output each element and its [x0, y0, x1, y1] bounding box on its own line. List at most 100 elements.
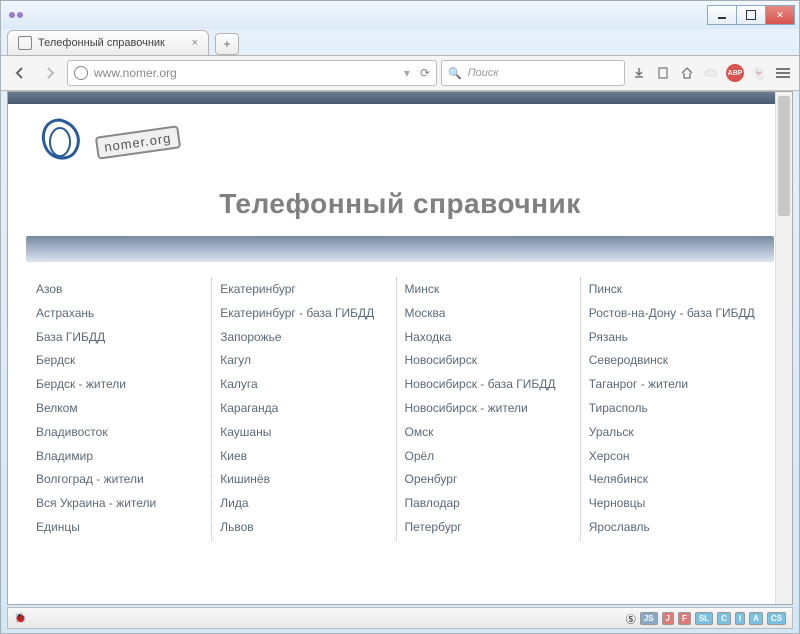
- status-badge[interactable]: A: [749, 612, 763, 625]
- city-link[interactable]: Львов: [220, 516, 395, 540]
- city-link[interactable]: Астрахань: [36, 302, 211, 326]
- page-title: Телефонный справочник: [8, 188, 792, 220]
- browser-toolbar: www.nomer.org ▾ ⟳ 🔍 Поиск ABP 👻: [1, 55, 799, 91]
- city-link[interactable]: Таганрог - жители: [589, 373, 764, 397]
- browser-tab[interactable]: Телефонный справочник ×: [7, 30, 209, 55]
- status-badge[interactable]: I: [735, 612, 745, 625]
- city-column-2: ЕкатеринбургЕкатеринбург - база ГИБДДЗап…: [211, 278, 395, 540]
- city-link[interactable]: Караганда: [220, 397, 395, 421]
- status-badge[interactable]: C: [717, 612, 731, 625]
- status-badge[interactable]: J: [662, 612, 674, 625]
- tab-strip: Телефонный справочник × +: [1, 29, 799, 55]
- city-link[interactable]: База ГИБДД: [36, 326, 211, 350]
- city-grid: АзовАстраханьБаза ГИБДДБердскБердск - жи…: [8, 278, 792, 560]
- noscript-icon[interactable]: Ⓢ: [626, 611, 636, 626]
- close-button[interactable]: [765, 5, 795, 25]
- city-link[interactable]: Азов: [36, 278, 211, 302]
- cloud-button[interactable]: [701, 63, 721, 83]
- cloud-icon: [703, 67, 719, 79]
- city-link[interactable]: Минск: [405, 278, 580, 302]
- city-link[interactable]: Павлодар: [405, 492, 580, 516]
- back-button[interactable]: [7, 60, 33, 86]
- browser-window: Телефонный справочник × + www.nomer.org …: [0, 0, 800, 634]
- city-link[interactable]: Калуга: [220, 373, 395, 397]
- city-link[interactable]: Орёл: [405, 445, 580, 469]
- city-link[interactable]: Новосибирск: [405, 349, 580, 373]
- app-icon: [9, 9, 25, 21]
- logo-area: nomer.org: [8, 104, 792, 176]
- city-link[interactable]: Новосибирск - база ГИБДД: [405, 373, 580, 397]
- arrow-left-icon: [13, 66, 27, 80]
- city-link[interactable]: Вся Украина - жители: [36, 492, 211, 516]
- city-link[interactable]: Владивосток: [36, 421, 211, 445]
- city-link[interactable]: Оренбург: [405, 468, 580, 492]
- city-link[interactable]: Кишинёв: [220, 468, 395, 492]
- city-link[interactable]: Находка: [405, 326, 580, 350]
- downloads-button[interactable]: [629, 63, 649, 83]
- url-bar[interactable]: www.nomer.org ▾ ⟳: [67, 60, 437, 86]
- status-badge[interactable]: JS: [640, 612, 658, 625]
- page-header-bar: [8, 92, 792, 104]
- maximize-button[interactable]: [736, 5, 766, 25]
- city-link[interactable]: Единцы: [36, 516, 211, 540]
- decorative-bar: [26, 236, 774, 262]
- abp-badge: ABP: [726, 64, 744, 82]
- city-link[interactable]: Москва: [405, 302, 580, 326]
- window-controls: [708, 5, 795, 25]
- city-link[interactable]: Тирасполь: [589, 397, 764, 421]
- search-bar[interactable]: 🔍 Поиск: [441, 60, 625, 86]
- city-link[interactable]: Запорожье: [220, 326, 395, 350]
- city-link[interactable]: Каушаны: [220, 421, 395, 445]
- city-link[interactable]: Киев: [220, 445, 395, 469]
- city-link[interactable]: Херсон: [589, 445, 764, 469]
- menu-button[interactable]: [773, 63, 793, 83]
- home-button[interactable]: [677, 63, 697, 83]
- city-link[interactable]: Ростов-на-Дону - база ГИБДД: [589, 302, 764, 326]
- status-badge[interactable]: CS: [767, 612, 786, 625]
- city-link[interactable]: Екатеринбург - база ГИБДД: [220, 302, 395, 326]
- reload-icon[interactable]: ⟳: [420, 66, 430, 80]
- city-link[interactable]: Петербург: [405, 516, 580, 540]
- minimize-button[interactable]: [707, 5, 737, 25]
- city-link[interactable]: Кагул: [220, 349, 395, 373]
- search-placeholder: Поиск: [468, 67, 499, 79]
- city-link[interactable]: Лида: [220, 492, 395, 516]
- page-content[interactable]: nomer.org Телефонный справочник АзовАстр…: [8, 92, 792, 604]
- city-link[interactable]: Волгоград - жители: [36, 468, 211, 492]
- city-link[interactable]: Рязань: [589, 326, 764, 350]
- city-link[interactable]: Омск: [405, 421, 580, 445]
- home-icon: [680, 66, 694, 80]
- status-badge[interactable]: SL: [695, 612, 713, 625]
- firebug-icon[interactable]: 🐞: [14, 613, 26, 624]
- city-link[interactable]: Новосибирск - жители: [405, 397, 580, 421]
- arrow-right-icon: [43, 66, 57, 80]
- favicon-icon: [18, 36, 32, 50]
- city-link[interactable]: Владимир: [36, 445, 211, 469]
- status-badge[interactable]: F: [678, 612, 691, 625]
- tab-close-button[interactable]: ×: [192, 37, 198, 49]
- hamburger-icon: [776, 68, 790, 78]
- city-link[interactable]: Северодвинск: [589, 349, 764, 373]
- city-link[interactable]: Бердск: [36, 349, 211, 373]
- globe-icon: [74, 66, 88, 80]
- city-link[interactable]: Челябинск: [589, 468, 764, 492]
- city-link[interactable]: Уральск: [589, 421, 764, 445]
- city-link[interactable]: Черновцы: [589, 492, 764, 516]
- scrollbar[interactable]: [775, 92, 792, 604]
- city-link[interactable]: Ярославль: [589, 516, 764, 540]
- city-link[interactable]: Екатеринбург: [220, 278, 395, 302]
- city-link[interactable]: Велком: [36, 397, 211, 421]
- clipboard-icon: [656, 66, 670, 80]
- bookmarks-button[interactable]: [653, 63, 673, 83]
- city-link[interactable]: Пинск: [589, 278, 764, 302]
- status-bar: 🐞 Ⓢ JS J F SL C I A CS: [7, 607, 793, 629]
- ghostery-button[interactable]: 👻: [749, 63, 769, 83]
- new-tab-button[interactable]: +: [215, 33, 239, 55]
- city-link[interactable]: Бердск - жители: [36, 373, 211, 397]
- url-dropdown-icon[interactable]: ▾: [404, 66, 410, 80]
- forward-button[interactable]: [37, 60, 63, 86]
- window-titlebar: [1, 1, 799, 29]
- adblock-button[interactable]: ABP: [725, 63, 745, 83]
- logo-text: nomer.org: [95, 125, 181, 159]
- scrollbar-thumb[interactable]: [778, 96, 790, 216]
